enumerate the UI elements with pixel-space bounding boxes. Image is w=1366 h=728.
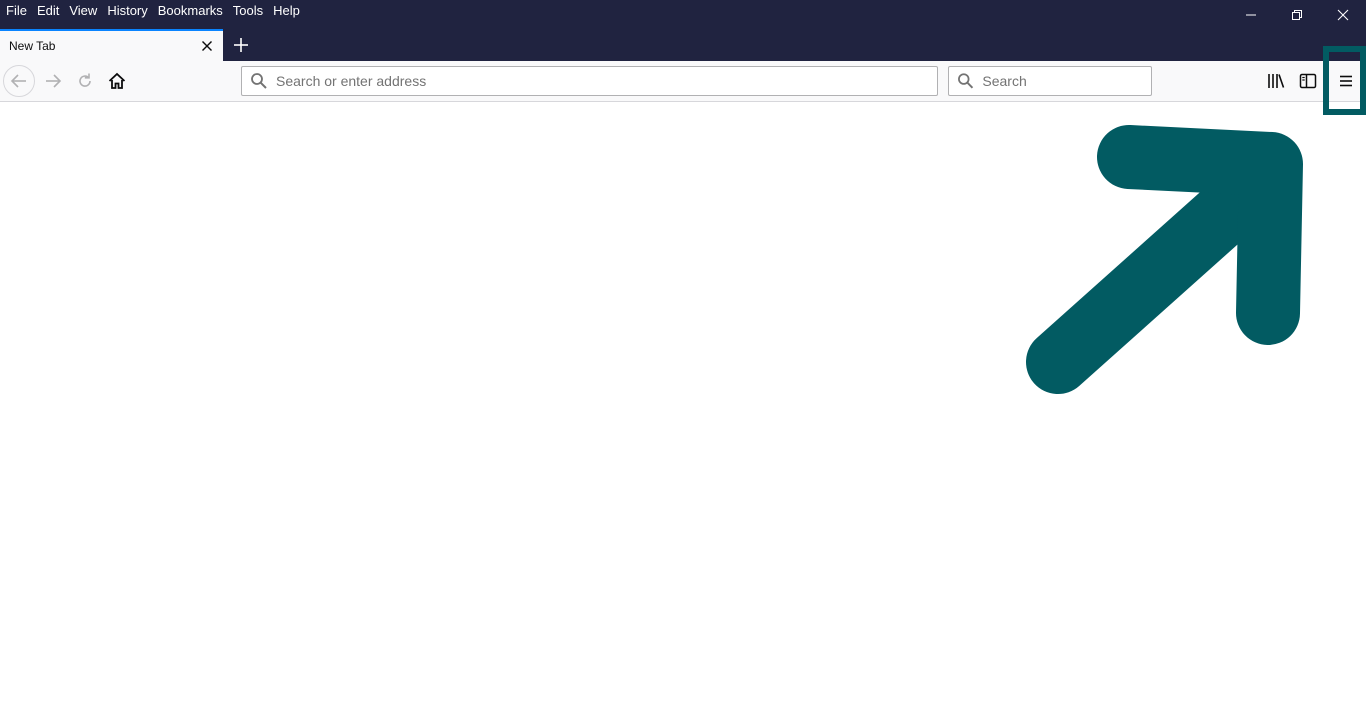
restore-button[interactable] xyxy=(1274,0,1320,29)
title-bar: File Edit View History Bookmarks Tools H… xyxy=(0,0,1366,61)
forward-button[interactable] xyxy=(37,65,69,97)
menu-highlight-annotation xyxy=(1323,46,1366,115)
reload-button[interactable] xyxy=(69,65,101,97)
menu-file[interactable]: File xyxy=(0,1,32,21)
home-button[interactable] xyxy=(101,65,133,97)
address-bar[interactable] xyxy=(241,66,938,96)
menu-tools[interactable]: Tools xyxy=(228,1,268,21)
home-icon xyxy=(108,72,126,89)
menu-bookmarks[interactable]: Bookmarks xyxy=(153,1,228,21)
menu-view[interactable]: View xyxy=(64,1,102,21)
library-button[interactable] xyxy=(1260,65,1292,97)
navigation-toolbar xyxy=(0,61,1366,102)
tab-new-tab[interactable]: New Tab xyxy=(0,29,223,61)
tab-close-button[interactable] xyxy=(199,38,215,54)
menu-history[interactable]: History xyxy=(102,1,152,21)
menu-help[interactable]: Help xyxy=(268,1,305,21)
window-close-button[interactable] xyxy=(1320,0,1366,29)
search-input[interactable] xyxy=(982,73,1151,89)
sidebar-icon xyxy=(1299,73,1317,89)
page-content xyxy=(0,102,1366,728)
close-icon xyxy=(202,41,212,51)
back-arrow-icon xyxy=(10,74,26,88)
address-input[interactable] xyxy=(276,73,895,89)
sidebar-button[interactable] xyxy=(1292,65,1324,97)
search-icon xyxy=(251,73,267,89)
tab-label: New Tab xyxy=(9,39,56,53)
menu-bar: File Edit View History Bookmarks Tools H… xyxy=(0,0,305,22)
search-bar[interactable] xyxy=(948,66,1152,96)
back-button[interactable] xyxy=(3,65,35,97)
new-tab-button[interactable] xyxy=(228,32,254,58)
minimize-button[interactable] xyxy=(1228,0,1274,29)
reload-icon xyxy=(79,73,91,87)
library-icon xyxy=(1268,74,1285,88)
forward-arrow-icon xyxy=(46,74,62,88)
menu-edit[interactable]: Edit xyxy=(32,1,64,21)
close-icon xyxy=(1337,9,1349,20)
restore-icon xyxy=(1292,9,1302,20)
minimize-icon xyxy=(1246,14,1256,15)
search-icon xyxy=(958,73,974,89)
plus-icon xyxy=(234,38,248,52)
